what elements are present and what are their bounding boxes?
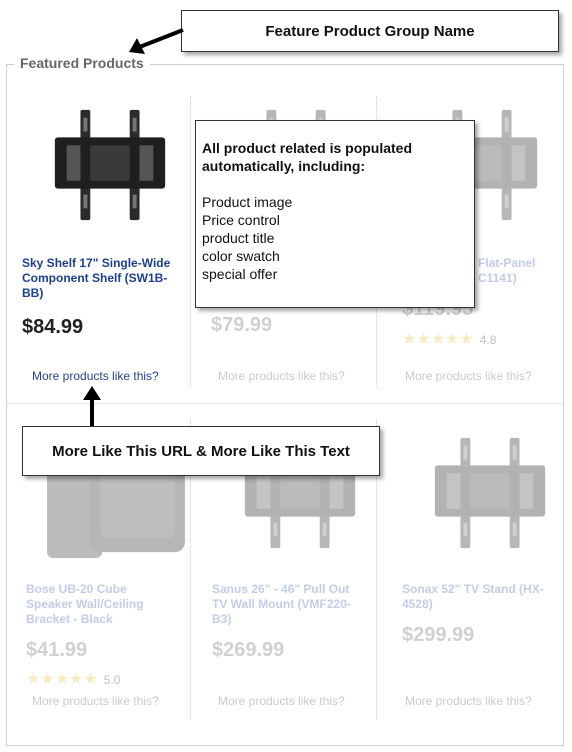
list-item: product title [202,230,275,246]
more-like-this-link[interactable]: More products like this? [218,694,345,708]
more-like-this-link[interactable]: More products like this? [405,369,532,383]
star-rating-icon: ★★★★★ [26,671,98,688]
product-title[interactable]: Bose UB-20 Cube Speaker Wall/Ceiling Bra… [26,582,156,627]
star-rating-icon: ★★★★★ [402,331,474,348]
list-item: color swatch [202,248,280,264]
more-like-this-link[interactable]: More products like this? [32,369,159,383]
more-like-this-link[interactable]: More products like this? [218,369,345,383]
auto-populated-callout-title: All product related is populated automat… [202,140,413,174]
product-rating: ★★★★★ 5.0 [26,672,120,688]
rating-value: 4.8 [479,333,497,347]
product-title[interactable]: Sky Shelf 17" Single-Wide Component Shel… [22,256,182,301]
group-title: Featured Products [14,55,150,71]
row-divider [7,403,563,404]
product-price: $84.99 [22,316,84,338]
product-title[interactable]: Sonax 52" TV Stand (HX-4528) [402,582,547,612]
product-rating: ★★★★★ 4.8 [402,332,496,348]
product-title[interactable]: Sanus 26" - 46" Pull Out TV Wall Mount (… [212,582,352,627]
more-like-this-link[interactable]: More products like this? [32,694,159,708]
more-like-this-callout: More Like This URL & More Like This Text [22,426,380,476]
more-like-this-callout-text: More Like This URL & More Like This Text [52,442,350,460]
tv-wall-mount-icon[interactable] [22,100,198,230]
rating-value: 5.0 [103,673,121,687]
product-tile[interactable]: Sonax 52" TV Stand (HX-4528) $299.99 Mor… [402,420,572,720]
product-price: $269.99 [212,639,285,661]
list-item: special offer [202,266,278,282]
product-tile[interactable]: Sky Shelf 17" Single-Wide Component Shel… [22,96,198,396]
group-name-callout-text: Feature Product Group Name [265,22,475,40]
product-price: $79.99 [211,314,273,336]
product-price: $41.99 [26,639,88,661]
list-item: Price control [202,212,280,228]
list-item: Product image [202,194,293,210]
auto-populated-callout: All product related is populated automat… [195,120,475,308]
arrow-icon [129,28,184,54]
product-price: $299.99 [402,624,475,646]
group-name-callout: Feature Product Group Name [181,10,559,52]
tv-wall-mount-icon[interactable] [402,428,572,558]
product-title[interactable]: Flat-Panel C1141) [478,256,568,286]
more-like-this-link[interactable]: More products like this? [405,694,532,708]
auto-populated-list: Product image Price control product titl… [202,193,468,283]
